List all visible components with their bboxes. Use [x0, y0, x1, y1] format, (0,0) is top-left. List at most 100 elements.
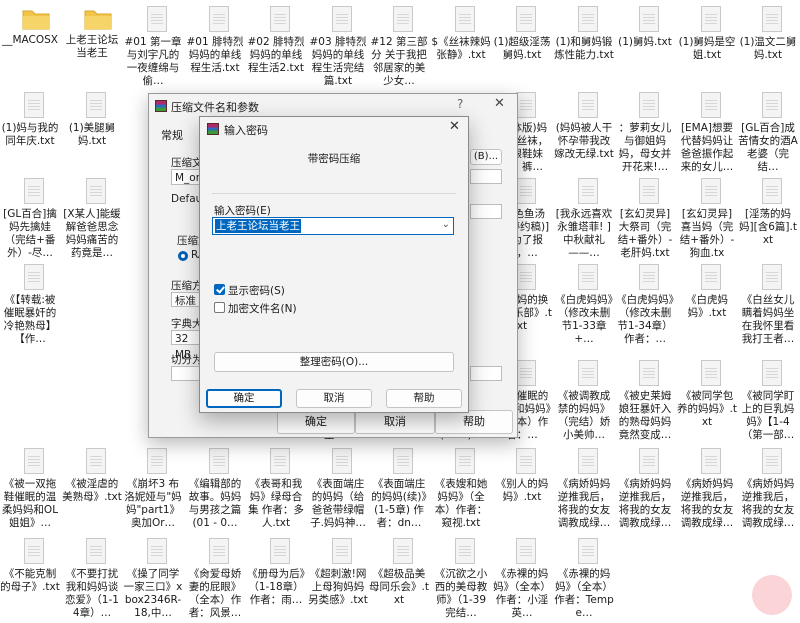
file-item[interactable]: 《被调教成禁的妈妈》（完结）娇小美帅… — [554, 354, 614, 440]
file-name: #02 腓特烈妈妈的单线程生活2.txt — [247, 36, 305, 74]
file-item[interactable]: #01 第一章 与刘宇凡的一夜缠绵与偷… — [123, 0, 183, 86]
file-item[interactable]: [GL百合]成苦情女的酒A老婆（完结… — [738, 86, 798, 172]
text-file-icon — [147, 6, 167, 32]
file-item[interactable]: (1)和舅妈锻炼性能力.txt — [554, 0, 614, 86]
text-file-icon — [578, 360, 598, 386]
file-item[interactable]: [X某人]能缓解爸爸思念妈妈痛苦的药竟是… — [62, 172, 122, 258]
text-file-icon — [24, 178, 44, 204]
file-item[interactable]: 《表哥和我妈》绿母合集 作者：多人.txt — [246, 442, 306, 528]
text-file-icon — [24, 92, 44, 118]
text-file-icon — [701, 6, 721, 32]
text-file-icon — [24, 264, 44, 290]
file-item[interactable]: (1)舅妈是空姐.txt — [677, 0, 737, 86]
file-name: 《超刺激!网上母狗妈妈另类感》.txt — [308, 568, 368, 606]
file-item[interactable]: 《不要打扰我和妈妈谈恋爱》（1-14章）… — [62, 532, 122, 618]
file-item[interactable]: (1)舅妈.txt — [615, 0, 675, 86]
file-name: 《被同学盯上的巨乳妈妈》【1-4（第一部… — [741, 390, 795, 440]
dictionary-select[interactable]: 32 MB — [171, 330, 201, 361]
file-item[interactable]: 《沉欲之小西的美母教师》（1-39完结… — [431, 532, 491, 618]
close-icon[interactable]: ✕ — [494, 96, 505, 111]
update-mode-select[interactable] — [470, 169, 502, 184]
folder-item[interactable]: __MACOSX — [0, 0, 60, 86]
file-item[interactable]: 《病娇妈妈逆推我后，将我的女友调教成绿… — [554, 442, 614, 528]
file-item[interactable]: [玄幻灵异]喜当妈（完结+番外）-狗血.tx — [677, 172, 737, 258]
profile-select[interactable] — [470, 204, 502, 219]
manage-passwords-button[interactable]: 整理密码(O)... — [214, 352, 454, 372]
file-item[interactable]: 《超极品美母同乐会》.txt — [369, 532, 429, 618]
file-name: 《白虎妈妈》（修改未删节1-33章+… — [555, 294, 613, 344]
file-item[interactable]: 《白虎妈妈》（修改未删节1-33章+… — [554, 258, 614, 344]
file-item[interactable]: [EMA]想要代替妈妈让爸爸振作起来的女儿… — [677, 86, 737, 172]
split-select[interactable] — [171, 366, 201, 381]
file-item[interactable]: #03 腓特烈妈妈的单线程生活完结篇.txt — [308, 0, 368, 86]
file-item[interactable]: (妈妈被人干怀孕带我改嫁改无绿.txt — [554, 86, 614, 172]
file-item[interactable]: 《被同学盯上的巨乳妈妈》【1-4（第一部… — [738, 354, 798, 440]
file-item[interactable]: #12 第三部分 关于我把邻居家的美少女… — [369, 0, 429, 86]
password-input[interactable]: 上老王论坛当老王 ⌄ — [212, 217, 454, 235]
file-item[interactable]: 《表面端庄的妈妈（给爸爸带绿帽子.妈妈神… — [308, 442, 368, 528]
file-item[interactable]: 《肏爱母娇妻的屁眼》（全本）作者：风景… — [185, 532, 245, 618]
cancel-button[interactable]: 取消 — [355, 410, 435, 434]
archive-name-input[interactable]: M_one — [171, 169, 209, 185]
file-name: 《赤裸的妈妈》（全本）作者：小淫英… — [493, 568, 551, 618]
file-item[interactable]: 《崩坏3 布洛妮娅与"妈妈"part1》奥加Or… — [123, 442, 183, 528]
file-item[interactable]: [淫荡的妈妈][含6篇].txt — [738, 172, 798, 258]
tab-general[interactable]: 常规 — [161, 127, 183, 143]
method-select[interactable]: 标准 — [171, 292, 201, 307]
file-item[interactable]: [GL百合]擒妈先擒娃（完结+番外）-尽… — [0, 172, 60, 258]
file-item[interactable]: (1)妈与我的同年庆.txt — [0, 86, 60, 172]
cancel-button[interactable]: 取消 — [296, 389, 372, 408]
browse-button[interactable]: (B)... — [470, 149, 502, 165]
text-file-icon — [578, 538, 598, 564]
file-name: (1)和舅妈锻炼性能力.txt — [554, 36, 614, 61]
file-item[interactable]: 《白虎妈妈》.txt — [677, 258, 737, 344]
text-file-icon — [762, 360, 782, 386]
text-file-icon — [393, 6, 413, 32]
help-button[interactable]: 帮助 — [386, 389, 462, 408]
file-item[interactable]: 《白虎妈妈》（修改未删节1-34章）作者：… — [615, 258, 675, 344]
close-icon[interactable]: ✕ — [449, 119, 460, 134]
file-item[interactable]: $《丝袜辣妈张静》.txt — [431, 0, 491, 86]
file-item[interactable]: #01 腓特烈妈妈的单线程生活.txt — [185, 0, 245, 86]
file-item[interactable]: (1)超级淫荡舅妈.txt — [492, 0, 552, 86]
file-item[interactable]: 《别人的妈妈》.txt — [492, 442, 552, 528]
chevron-down-icon[interactable]: ⌄ — [442, 219, 450, 230]
file-item[interactable]: (1)美腿舅妈.txt — [62, 86, 122, 172]
file-item[interactable]: [我永远喜欢永雏塔菲! ]中秋献礼——… — [554, 172, 614, 258]
file-item[interactable]: 《编辑部的故事。妈妈与男孩之篇(01 - 0… — [185, 442, 245, 528]
file-item[interactable]: 《病娇妈妈逆推我后，将我的女友调教成绿… — [738, 442, 798, 528]
text-file-icon — [24, 448, 44, 474]
parameters-field[interactable] — [470, 366, 502, 381]
ok-button[interactable]: 确定 — [206, 389, 282, 408]
text-file-icon — [393, 538, 413, 564]
file-item[interactable]: 《白丝女儿瞒着妈妈坐在我怀里看我打王者… — [738, 258, 798, 344]
file-item[interactable]: 《表面端庄的妈妈(续)》(1-5章) 作者：dn… — [369, 442, 429, 528]
ok-button[interactable]: 确定 — [277, 410, 355, 434]
file-item[interactable]: 《赤裸的妈妈》（全本）作者：小淫英… — [492, 532, 552, 618]
file-item[interactable]: 《不能克制的母子》.txt — [0, 532, 60, 618]
file-item[interactable]: 《病娇妈妈逆推我后，将我的女友调教成绿… — [615, 442, 675, 528]
file-item[interactable]: 《表嫂和她妈妈》（全本）作者：窥视.txt — [431, 442, 491, 528]
file-item[interactable]: 《超刺激!网上母狗妈妈另类感》.txt — [308, 532, 368, 618]
file-item[interactable]: #02 腓特烈妈妈的单线程生活2.txt — [246, 0, 306, 86]
file-item[interactable]: 《操了同学一家三口》xbox2346R-18,中… — [123, 532, 183, 618]
file-item[interactable]: 《被同学包养的妈妈》.txt — [677, 354, 737, 440]
show-password-checkbox[interactable] — [214, 284, 225, 295]
file-item[interactable]: ：萝莉女儿与御姐妈妈，母女并开花来!… — [615, 86, 675, 172]
text-file-icon — [639, 360, 659, 386]
help-button[interactable]: 帮助 — [435, 410, 513, 434]
folder-item[interactable]: 上老王论坛当老王 — [62, 0, 122, 86]
encrypt-filenames-checkbox[interactable] — [214, 302, 225, 313]
file-item[interactable]: (1)温文二舅妈.txt — [738, 0, 798, 86]
help-icon[interactable]: ? — [457, 97, 463, 111]
file-item[interactable]: 《【转载:被催眠暴奸的冷艳熟母】【作… — [0, 258, 60, 344]
file-item[interactable]: 《被淫虐的美熟母》.txt — [62, 442, 122, 528]
file-item[interactable]: 《赤裸的妈妈》（全本）作者：Tempe… — [554, 532, 614, 618]
file-item[interactable]: 《被史莱姆娘狂暴奸入的熟母妈妈竟然变成… — [615, 354, 675, 440]
format-radio-rar[interactable] — [178, 251, 188, 261]
file-item[interactable]: 《被一双拖鞋催眠的温柔妈妈和OL姐姐》… — [0, 442, 60, 528]
file-item[interactable]: [玄幻灵异]大祭司（完结+番外）-老肝妈.txt — [615, 172, 675, 258]
text-file-icon — [516, 538, 536, 564]
file-item[interactable]: 《病娇妈妈逆推我后，将我的女友调教成绿… — [677, 442, 737, 528]
file-item[interactable]: 《册母为后》（1-18章）作者：雨… — [246, 532, 306, 618]
